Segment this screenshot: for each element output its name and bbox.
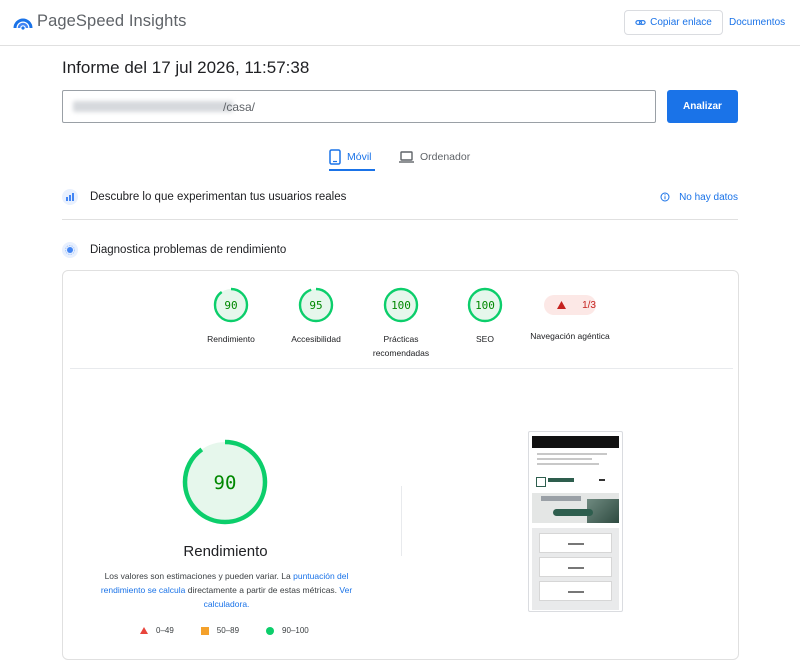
gauge-value: 100 xyxy=(391,299,411,312)
lab-results-card: 90 Rendimiento 95 Accesibilidad 100 Prác… xyxy=(62,270,739,660)
agentic-value: 1/3 xyxy=(582,299,596,311)
legend-pass: 90–100 xyxy=(266,626,309,635)
gauge-value: 90 xyxy=(224,299,237,312)
info-icon xyxy=(660,192,670,202)
lab-data-title: Diagnostica problemas de rendimiento xyxy=(90,244,287,256)
tab-desktop[interactable]: Ordenador xyxy=(399,142,470,172)
gauge-ring: 90 xyxy=(213,287,249,323)
report-title: Informe del 17 jul 2026, 11:57:38 xyxy=(62,58,310,77)
phone-icon xyxy=(329,149,341,165)
vertical-separator xyxy=(401,486,402,556)
no-data-link[interactable]: No hay datos xyxy=(660,192,738,203)
gauge-value: 100 xyxy=(475,299,495,312)
users-icon xyxy=(62,189,78,205)
preview-card xyxy=(539,581,612,601)
legend-average: 50–89 xyxy=(200,626,240,635)
url-redacted-domain xyxy=(73,101,233,112)
score-gauges: 90 Rendimiento 95 Accesibilidad 100 Prác… xyxy=(63,271,740,371)
warning-triangle-icon xyxy=(557,301,567,309)
field-data-section[interactable]: Descubre lo que experimentan tus usuario… xyxy=(62,184,738,210)
preview-logo-icon xyxy=(536,477,546,487)
red-triangle-icon xyxy=(140,627,148,634)
preview-text-line xyxy=(537,458,592,460)
main-performance-gauge: 90 xyxy=(182,439,268,525)
agentic-badge: 1/3 xyxy=(544,295,596,315)
copy-link-label: Copiar enlace xyxy=(650,17,712,28)
lab-data-section: Diagnostica problemas de rendimiento xyxy=(62,237,738,263)
gauge-label: Prácticas recomendadas xyxy=(372,334,430,358)
preview-text-line xyxy=(537,463,599,465)
gauge-ring: 100 xyxy=(467,287,503,323)
preview-announcement-bar xyxy=(532,436,619,448)
preview-brand xyxy=(548,478,574,482)
tab-desktop-label: Ordenador xyxy=(420,151,471,163)
main-score-label: Rendimiento xyxy=(183,543,268,560)
legend-range: 0–49 xyxy=(156,626,174,635)
legend-range: 50–89 xyxy=(216,626,240,635)
gauge-label: Rendimiento xyxy=(207,334,255,344)
card-divider xyxy=(70,368,733,369)
link-icon xyxy=(635,20,646,25)
top-bar: PageSpeed Insights Copiar enlace Documen… xyxy=(0,0,800,46)
legend-fail: 0–49 xyxy=(140,626,174,635)
legend-range: 90–100 xyxy=(282,626,309,635)
field-data-title: Descubre lo que experimentan tus usuario… xyxy=(90,191,347,203)
tab-mobile-label: Móvil xyxy=(347,151,372,163)
section-divider xyxy=(62,219,738,220)
url-input[interactable]: /casa/ xyxy=(62,90,656,123)
preview-text-line xyxy=(537,453,607,455)
mobile-screenshot-preview[interactable] xyxy=(528,431,623,612)
gauge-accessibility[interactable]: 95 Accesibilidad xyxy=(276,287,356,346)
app-title: PageSpeed Insights xyxy=(37,12,187,30)
gauge-label: Accesibilidad xyxy=(291,334,341,344)
green-circle-icon xyxy=(266,626,275,635)
score-description: Los valores son estimaciones y pueden va… xyxy=(99,569,354,611)
gauge-value: 95 xyxy=(309,299,322,312)
pagespeed-logo-icon xyxy=(13,18,33,30)
orange-square-icon xyxy=(200,626,209,635)
gauge-label: Navegación agéntica xyxy=(530,331,610,341)
gauge-seo[interactable]: 100 SEO xyxy=(445,287,525,346)
desc-text-2: directamente a partir de estas métricas. xyxy=(185,585,340,595)
tab-mobile[interactable]: Móvil xyxy=(329,142,372,172)
preview-card xyxy=(539,557,612,577)
copy-link-button[interactable]: Copiar enlace xyxy=(624,10,723,35)
gauge-performance[interactable]: 90 Rendimiento xyxy=(191,287,271,346)
url-path: /casa/ xyxy=(223,100,256,114)
gauge-ring: 100 xyxy=(383,287,419,323)
device-tabs: Móvil Ordenador xyxy=(0,142,800,172)
gauge-ring: 95 xyxy=(298,287,334,323)
active-tab-indicator xyxy=(329,169,375,171)
score-legend: 0–49 50–89 90–100 xyxy=(140,626,336,635)
diagnose-icon xyxy=(62,242,78,258)
no-data-label: No hay datos xyxy=(679,191,738,203)
gauge-best-practices[interactable]: 100 Prácticas recomendadas xyxy=(361,287,441,360)
main-score-value: 90 xyxy=(214,472,237,494)
docs-link[interactable]: Documentos xyxy=(729,17,785,28)
gauge-agentic-navigation[interactable]: 1/3 Navegación agéntica xyxy=(530,287,610,343)
analyze-button[interactable]: Analizar xyxy=(667,90,738,123)
gauge-label: SEO xyxy=(476,334,494,344)
laptop-icon xyxy=(399,151,414,163)
preview-menu-icon xyxy=(599,479,605,481)
preview-card xyxy=(539,533,612,553)
preview-hero-button xyxy=(553,509,593,516)
preview-hero-text xyxy=(541,496,581,501)
desc-text-1: Los valores son estimaciones y pueden va… xyxy=(104,571,294,581)
